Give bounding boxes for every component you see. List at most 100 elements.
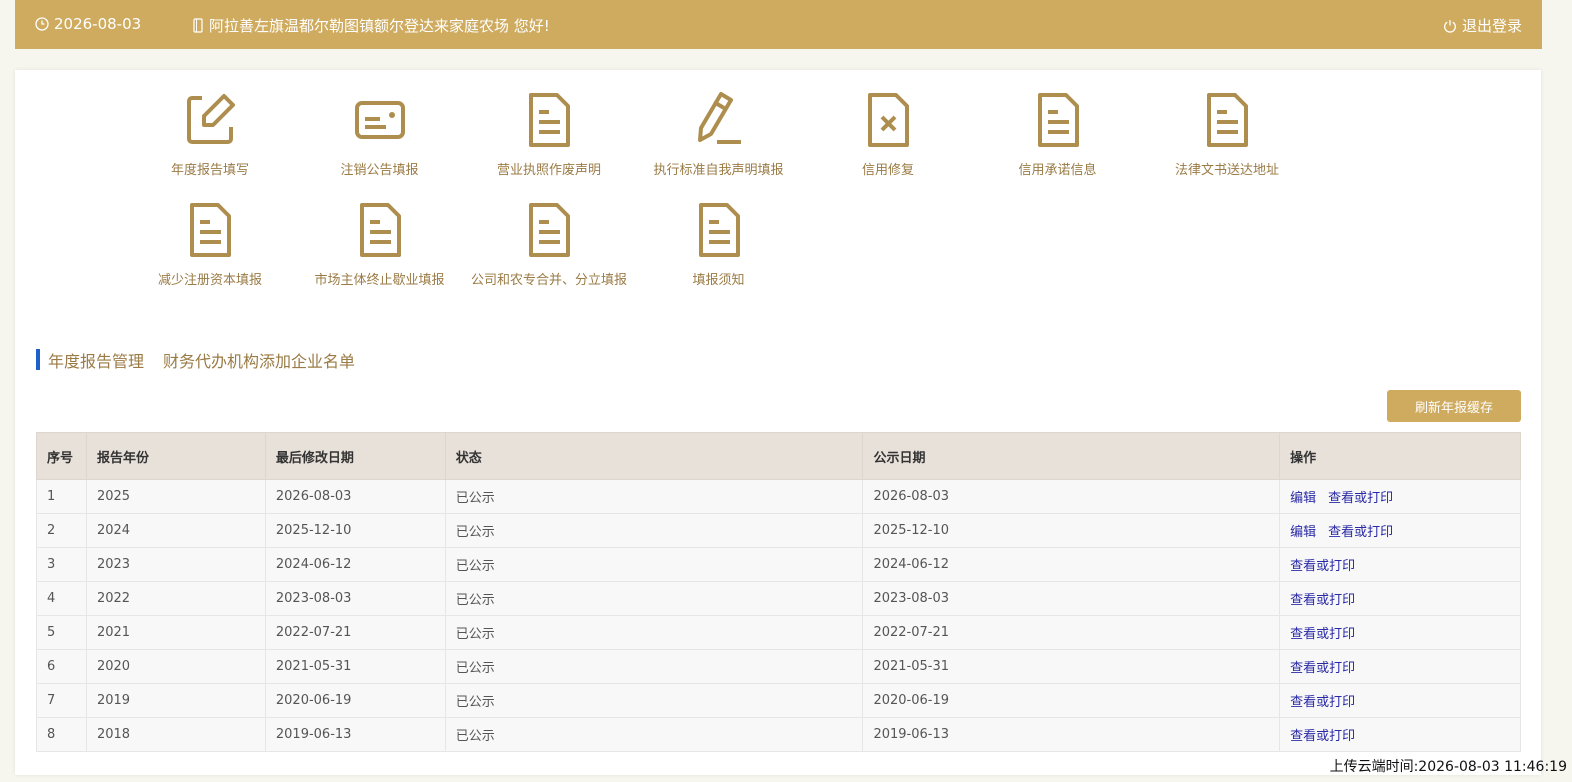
cell-no: 6	[36, 649, 87, 684]
cell-published: 2024-06-12	[862, 547, 1281, 582]
cell-year: 2018	[85, 717, 266, 752]
cell-modified: 2023-08-03	[264, 581, 446, 616]
cell-no: 4	[36, 581, 87, 616]
menu-item-label: 执行标准自我声明填报	[653, 163, 784, 178]
cell-modified: 2022-07-21	[264, 615, 446, 650]
cell-published: 2019-06-13	[862, 717, 1281, 752]
cell-modified: 2021-05-31	[264, 649, 446, 684]
cell-status: 已公示	[444, 547, 864, 582]
cell-year: 2024	[85, 513, 266, 548]
cell-actions: 查看或打印	[1279, 683, 1521, 718]
refresh-cache-button[interactable]: 刷新年报缓存	[1387, 390, 1521, 422]
document-icon	[689, 200, 749, 260]
view-print-link[interactable]: 查看或打印	[1290, 695, 1355, 710]
cell-modified: 2019-06-13	[264, 717, 446, 752]
table-header-row: 序号 报告年份 最后修改日期 状态 公示日期 操作	[36, 432, 1521, 480]
document-x-icon	[858, 90, 918, 150]
cell-no: 8	[36, 717, 87, 752]
table-row: 7 2019 2020-06-19 已公示 2020-06-19 查看或打印	[36, 683, 1521, 718]
table-row: 1 2025 2026-08-03 已公示 2026-08-03 编辑 查看或打印	[36, 479, 1521, 514]
cell-year: 2023	[85, 547, 266, 582]
cell-status: 已公示	[444, 479, 864, 514]
cell-published: 2021-05-31	[862, 649, 1281, 684]
cell-year: 2019	[85, 683, 266, 718]
table-row: 2 2024 2025-12-10 已公示 2025-12-10 编辑 查看或打印	[36, 513, 1521, 548]
cell-actions: 查看或打印	[1279, 649, 1521, 684]
menu-item-label: 法律文书送达地址	[1174, 163, 1279, 178]
greeting-text: 阿拉善左旗温都尔勒图镇额尔登达来家庭农场 您好!	[209, 17, 550, 35]
cell-status: 已公示	[444, 513, 864, 548]
menu-item-7[interactable]: 法律文书送达地址	[1142, 90, 1312, 190]
view-print-link[interactable]: 查看或打印	[1328, 525, 1393, 540]
view-print-link[interactable]: 查看或打印	[1290, 559, 1355, 574]
cell-modified: 2020-06-19	[264, 683, 446, 718]
cell-published: 2022-07-21	[862, 615, 1281, 650]
menu-item-10[interactable]: 公司和农专合并、分立填报	[464, 200, 634, 300]
section-accent-bar	[36, 349, 40, 370]
tab-agency-company-list[interactable]: 财务代办机构添加企业名单	[163, 348, 355, 372]
document-icon	[519, 200, 579, 260]
cell-modified: 2026-08-03	[264, 479, 446, 514]
document-icon	[1197, 90, 1257, 150]
edit-link[interactable]: 编辑	[1290, 491, 1316, 506]
col-header-year: 报告年份	[85, 432, 266, 480]
document-icon	[180, 200, 240, 260]
top-header: 2026-08-03 阿拉善左旗温都尔勒图镇额尔登达来家庭农场 您好! 退出登录	[15, 0, 1542, 49]
cell-no: 2	[36, 513, 87, 548]
cell-status: 已公示	[444, 581, 864, 616]
view-print-link[interactable]: 查看或打印	[1290, 593, 1355, 608]
menu-item-4[interactable]: 执行标准自我声明填报	[634, 90, 804, 190]
menu-item-2[interactable]: 注销公告填报	[295, 90, 465, 190]
tab-annual-report-management[interactable]: 年度报告管理	[48, 348, 144, 372]
menu-item-label: 减少注册资本填报	[157, 273, 262, 288]
document-icon	[1028, 90, 1088, 150]
col-header-published: 公示日期	[862, 432, 1281, 480]
menu-item-1[interactable]: 年度报告填写	[125, 90, 295, 190]
menu-item-6[interactable]: 信用承诺信息	[973, 90, 1143, 190]
menu-item-11[interactable]: 填报须知	[634, 200, 804, 300]
document-icon	[350, 200, 410, 260]
cell-actions: 查看或打印	[1279, 615, 1521, 650]
header-date: 2026-08-03	[35, 15, 141, 33]
cell-status: 已公示	[444, 615, 864, 650]
logout-button[interactable]: 退出登录	[1443, 15, 1522, 36]
view-print-link[interactable]: 查看或打印	[1290, 661, 1355, 676]
view-print-link[interactable]: 查看或打印	[1290, 627, 1355, 642]
upload-time-text: 上传云端时间:2026-08-03 11:46:19	[1329, 759, 1567, 775]
annual-report-table: 序号 报告年份 最后修改日期 状态 公示日期 操作 1 2025 2026-08-0…	[36, 432, 1521, 752]
menu-item-5[interactable]: 信用修复	[803, 90, 973, 190]
cell-actions: 查看或打印	[1279, 717, 1521, 752]
cell-modified: 2024-06-12	[264, 547, 446, 582]
edit-link[interactable]: 编辑	[1290, 525, 1316, 540]
cell-no: 1	[36, 479, 87, 514]
col-header-no: 序号	[36, 432, 87, 480]
view-print-link[interactable]: 查看或打印	[1290, 729, 1355, 744]
cell-published: 2026-08-03	[862, 479, 1281, 514]
cell-actions: 查看或打印	[1279, 547, 1521, 582]
col-header-actions: 操作	[1279, 432, 1521, 480]
clock-icon	[35, 17, 49, 31]
logout-label: 退出登录	[1461, 17, 1522, 35]
cell-actions: 编辑 查看或打印	[1279, 513, 1521, 548]
section-tabs: 年度报告管理 财务代办机构添加企业名单	[36, 348, 355, 372]
cell-year: 2022	[85, 581, 266, 616]
phone-icon	[192, 18, 204, 33]
menu-item-9[interactable]: 市场主体终止歇业填报	[295, 200, 465, 300]
col-header-status: 状态	[444, 432, 864, 480]
cell-year: 2021	[85, 615, 266, 650]
menu-item-label: 填报须知	[692, 273, 745, 288]
pen-icon	[689, 90, 749, 150]
document-icon	[519, 90, 579, 150]
cell-actions: 编辑 查看或打印	[1279, 479, 1521, 514]
cell-actions: 查看或打印	[1279, 581, 1521, 616]
power-icon	[1443, 19, 1457, 33]
cell-published: 2023-08-03	[862, 581, 1281, 616]
table-row: 4 2022 2023-08-03 已公示 2023-08-03 查看或打印	[36, 581, 1521, 616]
table-row: 6 2020 2021-05-31 已公示 2021-05-31 查看或打印	[36, 649, 1521, 684]
date-text: 2026-08-03	[54, 15, 142, 33]
menu-item-8[interactable]: 减少注册资本填报	[125, 200, 295, 300]
view-print-link[interactable]: 查看或打印	[1328, 491, 1393, 506]
menu-item-label: 市场主体终止歇业填报	[314, 273, 445, 288]
menu-item-3[interactable]: 营业执照作废声明	[464, 90, 634, 190]
cell-status: 已公示	[444, 717, 864, 752]
